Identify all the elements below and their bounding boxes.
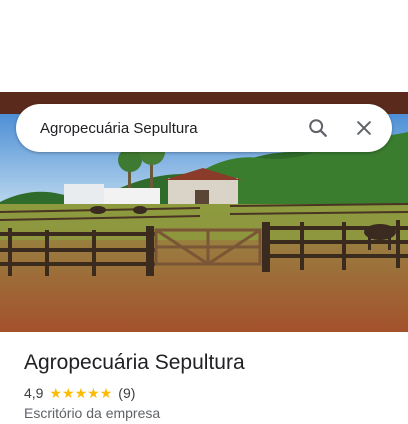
search-input[interactable] (16, 103, 298, 153)
search-bar (16, 103, 392, 153)
star-icon: ★ (99, 385, 113, 401)
close-icon (357, 121, 371, 135)
star-icon: ★ (62, 385, 75, 401)
top-blank-area (0, 0, 408, 92)
close-button[interactable] (344, 108, 384, 148)
review-count[interactable]: (9) (118, 385, 135, 401)
star-rating: ★ ★ ★ ★ ★ (49, 386, 112, 400)
star-icon: ★ (87, 385, 100, 401)
star-icon: ★ (49, 385, 63, 401)
search-icon (309, 119, 327, 137)
search-button[interactable] (298, 108, 338, 148)
star-icon: ★ (74, 385, 88, 401)
place-info: Agropecuária Sepultura 4,9 ★ ★ ★ ★ ★ (9)… (24, 350, 394, 421)
place-title[interactable]: Agropecuária Sepultura (24, 350, 394, 376)
rating-row: 4,9 ★ ★ ★ ★ ★ (9) (24, 385, 394, 401)
rating-value: 4,9 (24, 385, 44, 401)
place-category[interactable]: Escritório da empresa (24, 405, 394, 421)
